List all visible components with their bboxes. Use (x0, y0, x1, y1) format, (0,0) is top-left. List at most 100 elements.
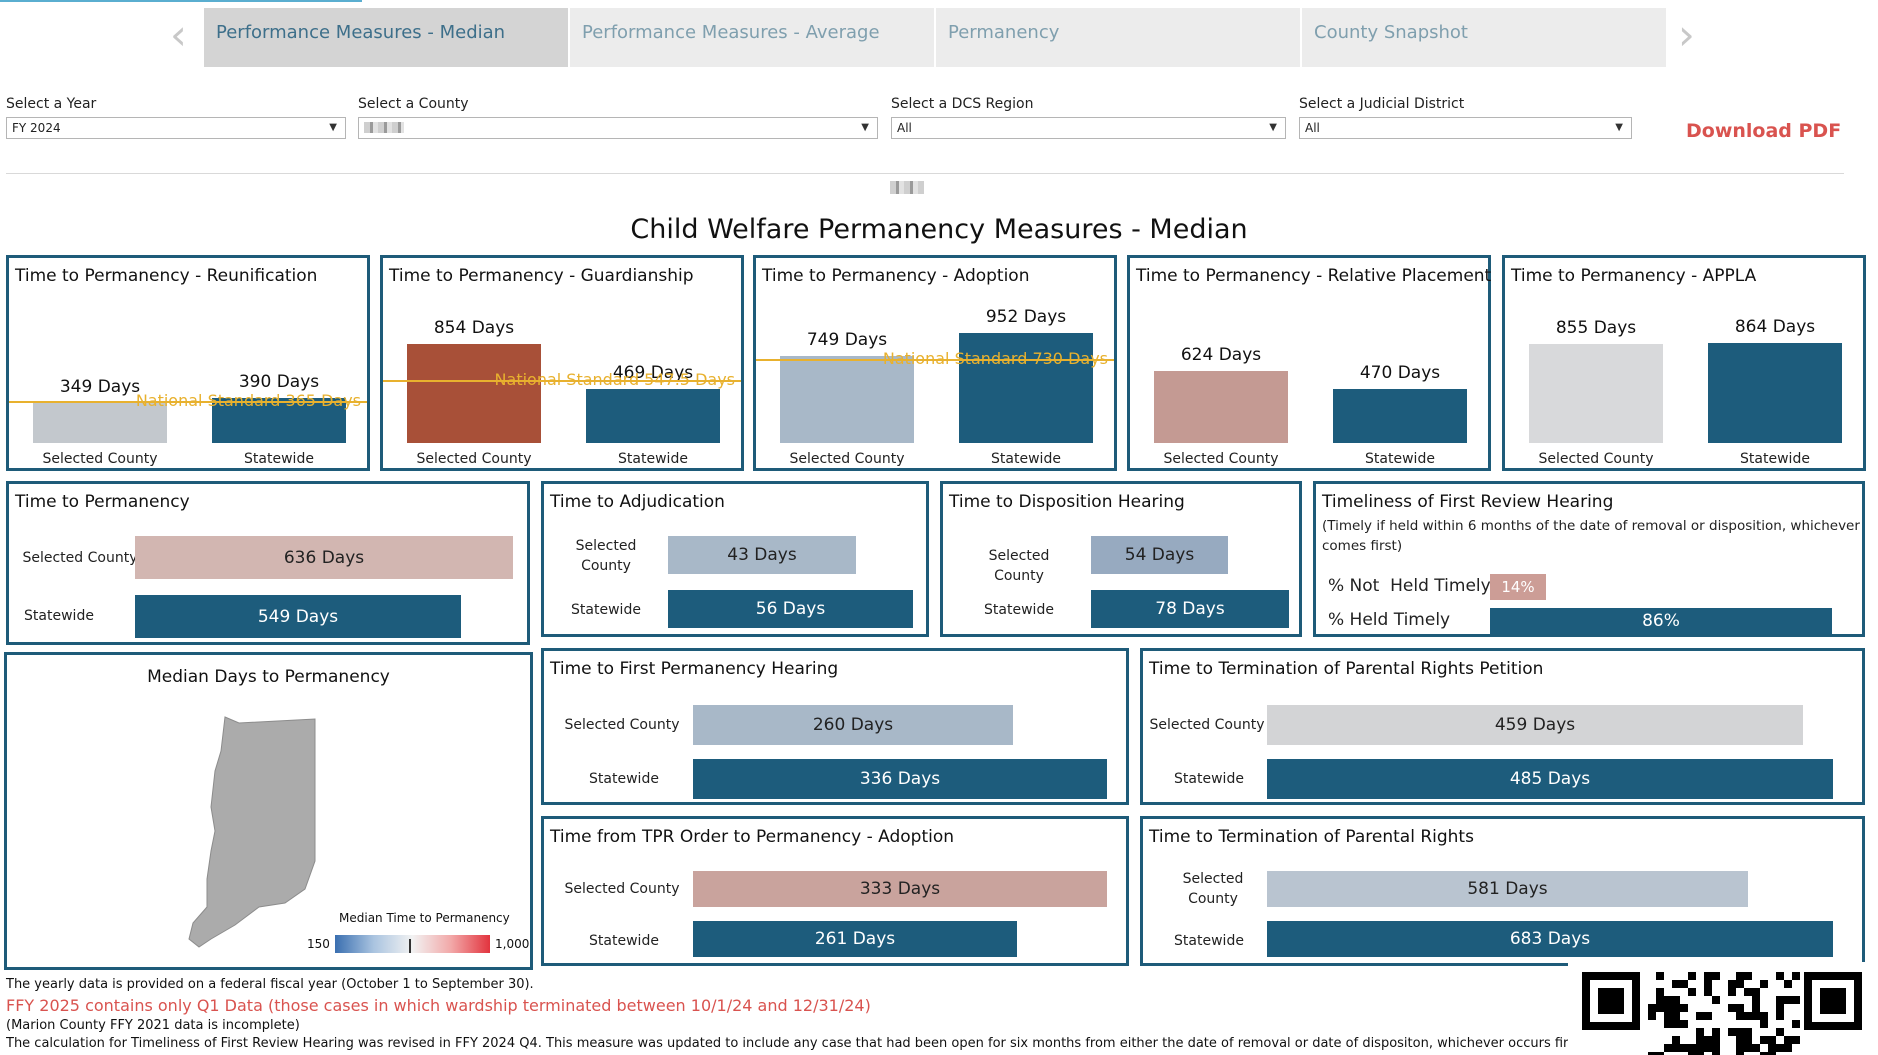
statewide-bar: 549 Days (135, 595, 461, 638)
category-statewide: Statewide (618, 451, 688, 467)
filter-divider (6, 173, 1844, 174)
download-pdf-button[interactable]: Download PDF (1686, 120, 1841, 142)
category-selected-county: Selected County (789, 451, 905, 467)
row-label-selected-county: Selected County (988, 548, 1050, 584)
indiana-map[interactable] (187, 711, 362, 961)
statewide-value-label: 952 Days (985, 307, 1067, 327)
tab-county-snapshot[interactable]: County Snapshot (1302, 8, 1666, 67)
dropdown-caret-icon: ▼ (329, 122, 337, 133)
row-label-selected-county: Selected County (564, 717, 680, 733)
tab-permanency[interactable]: Permanency (936, 8, 1300, 67)
panel-title: Timeliness of First Review Hearing (1322, 492, 1614, 512)
county-select-value-redacted (364, 122, 404, 133)
note-fiscal-year: The yearly data is provided on a federal… (6, 977, 534, 992)
statewide-bar (1708, 343, 1842, 443)
held-timely-bar: 86% (1490, 608, 1832, 634)
page-title: Child Welfare Permanency Measures - Medi… (630, 214, 1248, 245)
statewide-bar-label: 683 Days (1509, 929, 1591, 949)
panel-title: Time to Adjudication (550, 492, 725, 512)
region-filter-label: Select a DCS Region (891, 96, 1034, 112)
tab-performance-average[interactable]: Performance Measures - Average (570, 8, 934, 67)
statewide-value-label: 390 Days (238, 371, 320, 392)
county-value-label: 749 Days (806, 330, 888, 351)
statewide-bar: 683 Days (1267, 921, 1833, 957)
district-select[interactable]: All ▼ (1299, 117, 1632, 139)
panel-subtitle-line1: (Timely if held within 6 months of the d… (1322, 518, 1860, 534)
selected-county-redacted (890, 181, 924, 194)
county-bar-label: 581 Days (1467, 879, 1548, 899)
row-label-selected-county: Selected County (564, 881, 680, 897)
row-label-statewide: Statewide (571, 602, 641, 618)
time-to-permanency-panel: Time to Permanency Selected County State… (6, 481, 530, 645)
panel-title: Time to Permanency - Reunification (15, 266, 318, 286)
county-bar-label: 260 Days (812, 715, 894, 735)
tpr-petition-panel: Time to Termination of Parental Rights P… (1140, 648, 1865, 805)
county-bar: 459 Days (1267, 705, 1803, 745)
statewide-bar: 78 Days (1091, 590, 1289, 628)
region-select[interactable]: All ▼ (891, 117, 1286, 139)
row-label-statewide: Statewide (1174, 933, 1244, 949)
held-timely-value: 86% (1642, 611, 1680, 631)
panel-title: Time to Disposition Hearing (949, 492, 1185, 512)
tpr-panel: Time to Termination of Parental Rights S… (1140, 816, 1865, 966)
statewide-bar: 336 Days (693, 759, 1107, 799)
qr-code (1568, 962, 1878, 1055)
county-bar-label: 43 Days (727, 545, 797, 565)
statewide-bar-label: 549 Days (257, 606, 339, 627)
panel-title: Time to Permanency - Relative Placement (1136, 266, 1492, 286)
county-select[interactable]: ▼ (358, 117, 878, 139)
county-filter-label: Select a County (358, 96, 469, 112)
district-filter-label: Select a Judicial District (1299, 96, 1465, 112)
legend-min: 150 (307, 937, 330, 951)
row-label-selected-county: Selected County (575, 538, 637, 574)
statewide-bar-label: 78 Days (1155, 599, 1225, 619)
statewide-value-label: 864 Days (1734, 317, 1816, 338)
county-bar: 54 Days (1091, 536, 1228, 574)
county-value-label: 855 Days (1555, 318, 1637, 339)
dropdown-caret-icon: ▼ (861, 122, 869, 133)
row-label-selected-county: Selected County (1182, 871, 1244, 907)
county-bar: 636 Days (135, 536, 513, 579)
county-bar-label: 459 Days (1494, 715, 1576, 735)
statewide-bar-label: 261 Days (814, 929, 896, 949)
county-bar: 260 Days (693, 705, 1013, 745)
tpr-order-to-adoption-panel: Time from TPR Order to Permanency - Adop… (541, 816, 1129, 966)
row-label-statewide: Statewide (984, 602, 1054, 618)
legend-title: Median Time to Permanency (339, 911, 510, 925)
category-selected-county: Selected County (42, 451, 158, 467)
note-review-hearing-calc: The calculation for Timeliness of First … (6, 1036, 1572, 1051)
category-selected-county: Selected County (1163, 451, 1279, 467)
row-label-statewide: Statewide (24, 608, 94, 624)
legend-marker (409, 939, 411, 953)
statewide-bar (586, 388, 720, 443)
first-permanency-hearing-panel: Time to First Permanency Hearing Selecte… (541, 648, 1129, 805)
dropdown-caret-icon: ▼ (1269, 122, 1277, 133)
chevron-left-icon[interactable]: ‹ (170, 14, 187, 56)
county-bar (1529, 344, 1663, 443)
not-held-timely-label: % Not Held Timely (1328, 576, 1491, 596)
panel-title: Time from TPR Order to Permanency - Adop… (550, 827, 955, 847)
row-label-selected-county: Selected County (1149, 717, 1265, 733)
panel-title: Time to Permanency (15, 492, 190, 512)
vbar-panel-4: Time to Permanency - Relative Placement 6… (1127, 255, 1491, 471)
statewide-bar: 485 Days (1267, 759, 1833, 799)
panel-title: Time to Termination of Parental Rights P… (1149, 659, 1544, 679)
statewide-bar: 261 Days (693, 921, 1017, 957)
panel-title: Time to Termination of Parental Rights (1149, 827, 1474, 847)
chevron-right-icon[interactable]: › (1678, 14, 1695, 56)
note-ffy2025: FFY 2025 contains only Q1 Data (those ca… (6, 996, 871, 1015)
county-bar: 333 Days (693, 871, 1107, 907)
tab-performance-median[interactable]: Performance Measures - Median (204, 8, 568, 67)
panel-title: Time to Permanency - Guardianship (389, 266, 694, 286)
vbar-panel-3: Time to Permanency - Adoption 749 Days 952… (753, 255, 1117, 471)
category-statewide: Statewide (991, 451, 1061, 467)
county-bar-label: 636 Days (283, 547, 365, 568)
not-held-timely-bar: 14% (1490, 574, 1546, 600)
dropdown-caret-icon: ▼ (1615, 122, 1623, 133)
year-select[interactable]: FY 2024 ▼ (6, 117, 346, 139)
top-link-underline (0, 0, 362, 2)
national-standard-label: National Standard 547.5 Days (494, 369, 735, 389)
national-standard-label: National Standard 365 Days (135, 390, 361, 410)
county-value-label: 854 Days (433, 318, 515, 339)
panel-title: Time to Permanency - Adoption (762, 266, 1030, 286)
